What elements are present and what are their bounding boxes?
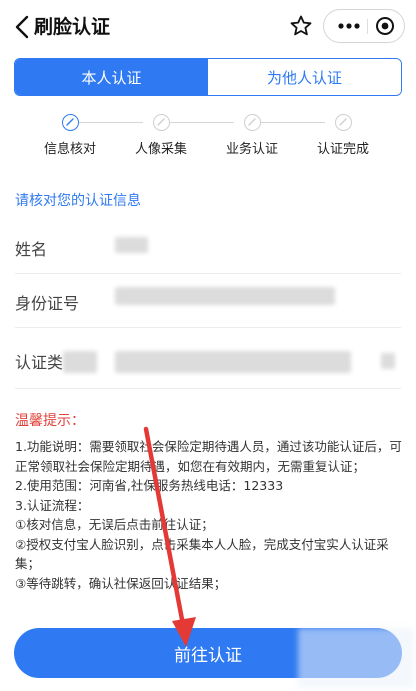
check-icon <box>66 118 74 126</box>
tip-line: ②授权支付宝人脸识别，点击采集本人人脸，完成支付宝实人认证采集； <box>15 536 389 572</box>
tip-line: 2.使用范围：河南省,社保服务热线电话：12333 <box>15 478 284 493</box>
more-icon[interactable] <box>336 18 362 34</box>
name-row: 姓名 <box>15 218 401 274</box>
star-icon[interactable] <box>289 14 313 38</box>
auth-type-label: 认证类 <box>15 353 64 372</box>
check-icon <box>339 118 347 126</box>
tip-line: 1.功能说明：需要领取社会保险定期待遇人员，通过该功能认证后，可正常领取社会保险… <box>15 439 402 474</box>
tips-title: 温馨提示： <box>15 413 85 429</box>
check-icon <box>157 118 165 126</box>
capsule-divider <box>367 19 368 34</box>
auth-type-label-redacted <box>63 351 97 373</box>
id-number-label: 身份证号 <box>15 294 80 313</box>
step-2-label: 人像采集 <box>134 142 187 157</box>
step-3-indicator <box>244 114 261 131</box>
page-title: 刷脸认证 <box>34 16 111 38</box>
step-connector <box>79 122 143 123</box>
name-label: 姓名 <box>15 240 48 259</box>
step-1-indicator <box>62 114 79 131</box>
tab-self-auth[interactable]: 本人认证 <box>15 59 208 95</box>
tip-line: ①核对信息，无误后点击前往认证； <box>15 517 214 532</box>
auth-type-value-redacted <box>115 351 351 373</box>
progress-steps: 信息核对 人像采集 业务认证 认证完成 <box>0 106 416 164</box>
step-2-indicator <box>153 114 170 131</box>
section-title: 请核对您的认证信息 <box>15 193 141 209</box>
step-3-label: 业务认证 <box>225 142 278 157</box>
check-icon <box>248 118 256 126</box>
step-connector <box>261 122 325 123</box>
target-icon[interactable] <box>375 16 395 36</box>
back-icon[interactable] <box>12 14 34 40</box>
tip-line: 3.认证流程： <box>15 497 90 513</box>
tips-body: 1.功能说明：需要领取社会保险定期待遇人员，通过该功能认证后，可正常领取社会保险… <box>15 437 403 593</box>
step-4-indicator <box>335 114 352 131</box>
id-number-row: 身份证号 <box>15 272 401 328</box>
name-value-redacted <box>115 237 148 253</box>
id-number-value-redacted <box>115 287 335 305</box>
step-4-label: 认证完成 <box>316 142 369 157</box>
nav-bar: 刷脸认证 <box>0 0 416 52</box>
tip-line: ③等待跳转，确认社保返回认证结果； <box>15 575 227 591</box>
auth-type-row: 认证类 <box>15 331 401 389</box>
auth-type-tabs: 本人认证 为他人认证 <box>14 58 402 96</box>
step-connector <box>170 122 234 123</box>
watermark <box>298 628 414 688</box>
mini-program-capsule <box>323 9 405 43</box>
step-1-label: 信息核对 <box>43 142 96 157</box>
auth-type-arrow-redacted <box>381 353 395 369</box>
tab-auth-for-others[interactable]: 为他人认证 <box>208 59 401 95</box>
